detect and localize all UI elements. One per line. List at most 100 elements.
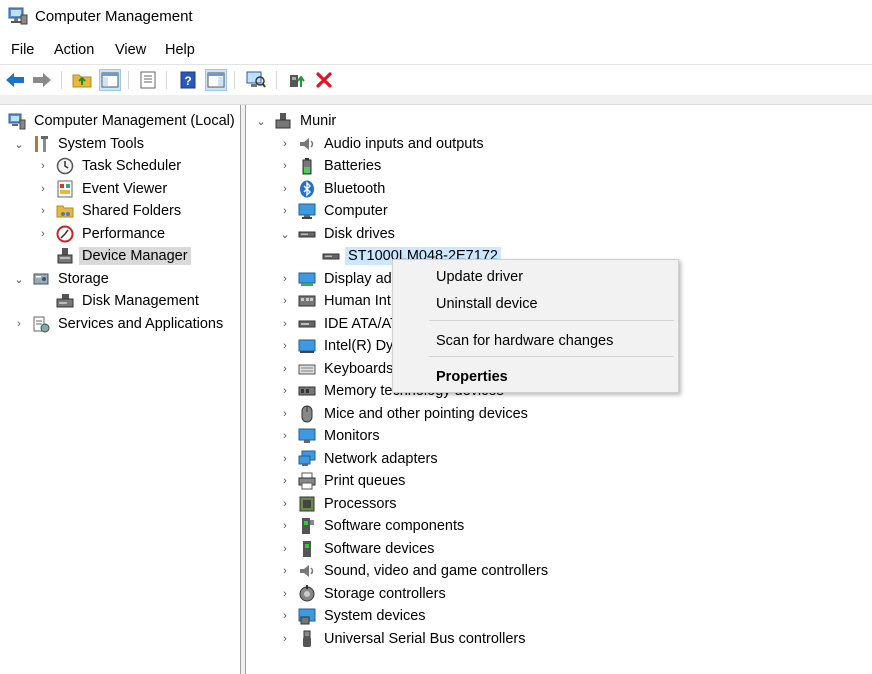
export-list-button[interactable] (137, 69, 159, 91)
device-category-sound-video-game[interactable]: › Sound, video and game controllers (278, 560, 551, 582)
console-tree-icon (101, 72, 119, 88)
menu-item-scan-hardware-changes[interactable]: Scan for hardware changes (436, 333, 613, 349)
menu-help[interactable]: Help (165, 42, 195, 58)
chevron-right-icon[interactable]: › (278, 268, 292, 290)
device-category-display-adapters[interactable]: › Display ad (278, 268, 395, 290)
uninstall-device-button[interactable] (313, 69, 335, 91)
chevron-right-icon[interactable]: › (278, 313, 292, 335)
context-menu: Update driver Uninstall device Scan for … (392, 259, 679, 393)
device-category-usb-controllers[interactable]: › Universal Serial Bus controllers (278, 628, 528, 650)
title-bar: Computer Management (0, 0, 872, 36)
device-category-monitors[interactable]: › Monitors (278, 425, 383, 447)
chevron-right-icon[interactable]: › (278, 605, 292, 627)
chevron-down-icon[interactable]: ⌄ (12, 268, 26, 290)
device-category-batteries[interactable]: › Batteries (278, 155, 384, 177)
menu-file[interactable]: File (11, 42, 34, 58)
chevron-right-icon[interactable]: › (278, 403, 292, 425)
chevron-right-icon[interactable]: › (12, 313, 26, 335)
chevron-right-icon[interactable]: › (278, 178, 292, 200)
menu-action[interactable]: Action (54, 42, 94, 58)
device-category-human-interface[interactable]: › Human Int (278, 290, 394, 312)
tree-item-task-scheduler[interactable]: › Task Scheduler (36, 155, 184, 177)
tree-item-computer-management[interactable]: Computer Management (Local) (8, 110, 238, 132)
device-category-network-adapters[interactable]: › Network adapters (278, 448, 441, 470)
device-category-software-components[interactable]: › Software components (278, 515, 467, 537)
chevron-right-icon[interactable]: › (278, 290, 292, 312)
chevron-right-icon[interactable]: › (36, 200, 50, 222)
tree-item-event-viewer[interactable]: › Event Viewer (36, 178, 170, 200)
menu-item-update-driver[interactable]: Update driver (436, 269, 523, 285)
chevron-right-icon[interactable]: › (278, 538, 292, 560)
chevron-right-icon[interactable]: › (278, 133, 292, 155)
chevron-right-icon[interactable]: › (278, 200, 292, 222)
clock-icon (56, 157, 74, 175)
chevron-right-icon[interactable]: › (278, 560, 292, 582)
update-driver-button[interactable] (286, 69, 308, 91)
chevron-right-icon[interactable]: › (278, 358, 292, 380)
device-category-disk-drives[interactable]: ⌄ Disk drives (278, 223, 398, 245)
action-pane-icon (207, 72, 225, 88)
chevron-down-icon[interactable]: ⌄ (12, 133, 26, 155)
chevron-right-icon[interactable]: › (36, 223, 50, 245)
show-hide-console-tree-button[interactable] (99, 69, 121, 91)
device-category-bluetooth[interactable]: › Bluetooth (278, 178, 388, 200)
disk-drive-icon (322, 247, 340, 265)
device-category-system-devices[interactable]: › System devices (278, 605, 429, 627)
device-category-software-devices[interactable]: › Software devices (278, 538, 437, 560)
device-root-munir[interactable]: ⌄ Munir (254, 110, 339, 132)
device-category-mice[interactable]: › Mice and other pointing devices (278, 403, 531, 425)
tree-item-device-manager[interactable]: Device Manager (36, 245, 191, 267)
tree-item-shared-folders[interactable]: › Shared Folders (36, 200, 184, 222)
disk-drive-icon (298, 225, 316, 243)
up-folder-button[interactable] (71, 69, 93, 91)
help-button[interactable]: ? (177, 69, 199, 91)
chevron-right-icon[interactable]: › (278, 493, 292, 515)
device-category-keyboards[interactable]: › Keyboards (278, 358, 396, 380)
chevron-right-icon[interactable]: › (278, 448, 292, 470)
device-category-ide-ata[interactable]: › IDE ATA/AT (278, 313, 402, 335)
menu-item-uninstall-device[interactable]: Uninstall device (436, 296, 538, 312)
delete-x-icon (316, 72, 332, 88)
chevron-right-icon[interactable]: › (278, 425, 292, 447)
back-button[interactable] (4, 69, 26, 91)
device-category-print-queues[interactable]: › Print queues (278, 470, 408, 492)
chevron-right-icon[interactable]: › (36, 178, 50, 200)
storage-controller-icon (298, 585, 316, 603)
chevron-right-icon[interactable]: › (278, 380, 292, 402)
menu-item-properties[interactable]: Properties (436, 369, 508, 385)
device-category-audio[interactable]: › Audio inputs and outputs (278, 133, 487, 155)
chevron-right-icon[interactable]: › (278, 155, 292, 177)
chevron-right-icon[interactable]: › (278, 470, 292, 492)
device-category-storage-controllers[interactable]: › Storage controllers (278, 583, 449, 605)
chevron-right-icon[interactable]: › (278, 335, 292, 357)
menu-separator (429, 356, 674, 357)
speaker-icon (298, 562, 316, 580)
shared-folder-icon (56, 202, 74, 220)
window-title: Computer Management (35, 8, 193, 25)
menu-view[interactable]: View (115, 42, 146, 58)
chevron-right-icon[interactable]: › (36, 155, 50, 177)
chevron-down-icon[interactable]: ⌄ (278, 223, 292, 245)
keyboard-icon (298, 360, 316, 378)
show-hide-action-pane-button[interactable] (205, 69, 227, 91)
hid-icon (298, 292, 316, 310)
device-category-computer[interactable]: › Computer (278, 200, 391, 222)
tree-item-performance[interactable]: › Performance (36, 223, 168, 245)
device-category-intel-dynamic[interactable]: › Intel(R) Dy (278, 335, 396, 357)
tree-item-system-tools[interactable]: ⌄ System Tools (12, 133, 147, 155)
event-viewer-icon (56, 180, 74, 198)
chevron-right-icon[interactable]: › (278, 515, 292, 537)
chevron-right-icon[interactable]: › (278, 583, 292, 605)
chevron-down-icon[interactable]: ⌄ (254, 110, 268, 132)
mouse-icon (298, 405, 316, 423)
speaker-icon (298, 135, 316, 153)
chevron-right-icon[interactable]: › (278, 628, 292, 650)
console-tree: Computer Management (Local) ⌄ System Too… (0, 105, 240, 674)
tree-item-services-and-applications[interactable]: › Services and Applications (12, 313, 226, 335)
forward-button[interactable] (31, 69, 53, 91)
computer-device-icon (274, 112, 292, 130)
scan-hardware-button[interactable] (245, 69, 267, 91)
tree-item-storage[interactable]: ⌄ Storage (12, 268, 112, 290)
tree-item-disk-management[interactable]: Disk Management (36, 290, 202, 312)
device-category-processors[interactable]: › Processors (278, 493, 400, 515)
